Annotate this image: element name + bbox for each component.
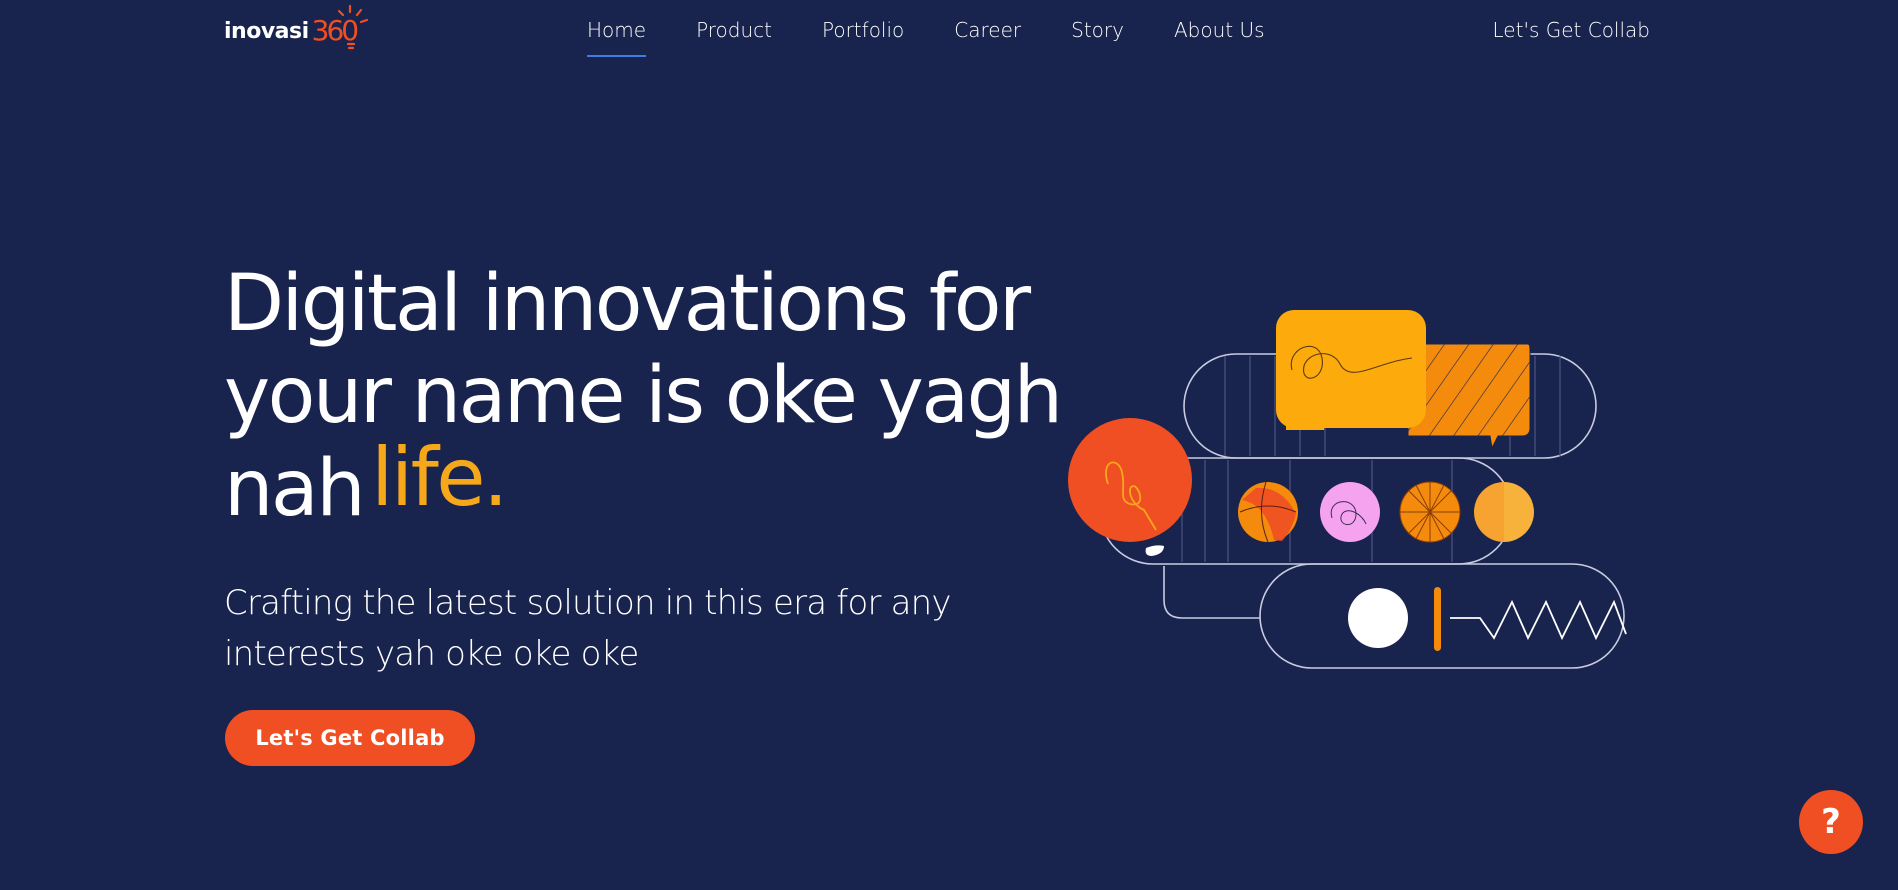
hero-illustration xyxy=(1068,310,1627,669)
hero-subhead: Crafting the latest solution in this era… xyxy=(224,583,952,674)
cta-collab-button[interactable]: Let's Get Collab xyxy=(225,710,475,766)
site-header: inovasi 360 Home Product Portfolio Caree… xyxy=(0,0,1898,60)
logo-sun-icon xyxy=(337,4,369,50)
nav-story[interactable]: Story xyxy=(1071,0,1124,54)
chat-bubble-striped xyxy=(1407,343,1531,450)
orange-ball xyxy=(1068,418,1192,556)
main-nav: Home Product Portfolio Career Story Abou… xyxy=(587,0,1315,60)
headline-accent: life. xyxy=(371,431,508,524)
hero-headline: Digital innovations for your name is oke… xyxy=(224,258,1084,535)
logo-wordmark: inovasi xyxy=(224,19,309,44)
nav-home[interactable]: Home xyxy=(587,0,647,57)
ball-orange-spoked xyxy=(1399,481,1461,543)
nav-collab-link[interactable]: Let's Get Collab xyxy=(1493,18,1650,42)
headline-line-3: nah life. xyxy=(224,432,1084,535)
ball-half-orange xyxy=(1474,482,1534,542)
headline-line-1: Digital innovations for xyxy=(224,259,1031,349)
nav-portfolio[interactable]: Portfolio xyxy=(822,0,904,54)
orange-bar xyxy=(1434,587,1441,651)
zigzag-line xyxy=(1450,599,1627,641)
nav-about-us[interactable]: About Us xyxy=(1174,0,1265,54)
help-button[interactable]: ? xyxy=(1799,790,1863,854)
white-ball xyxy=(1348,588,1408,648)
nav-career[interactable]: Career xyxy=(954,0,1021,54)
headline-line-3-text: nah xyxy=(224,444,366,534)
headline-line-2: your name is oke yagh xyxy=(224,351,1063,441)
chat-bubble-yellow xyxy=(1276,310,1426,430)
ball-pink xyxy=(1320,482,1380,542)
nav-product[interactable]: Product xyxy=(696,0,772,54)
ball-basketball xyxy=(1238,481,1298,543)
